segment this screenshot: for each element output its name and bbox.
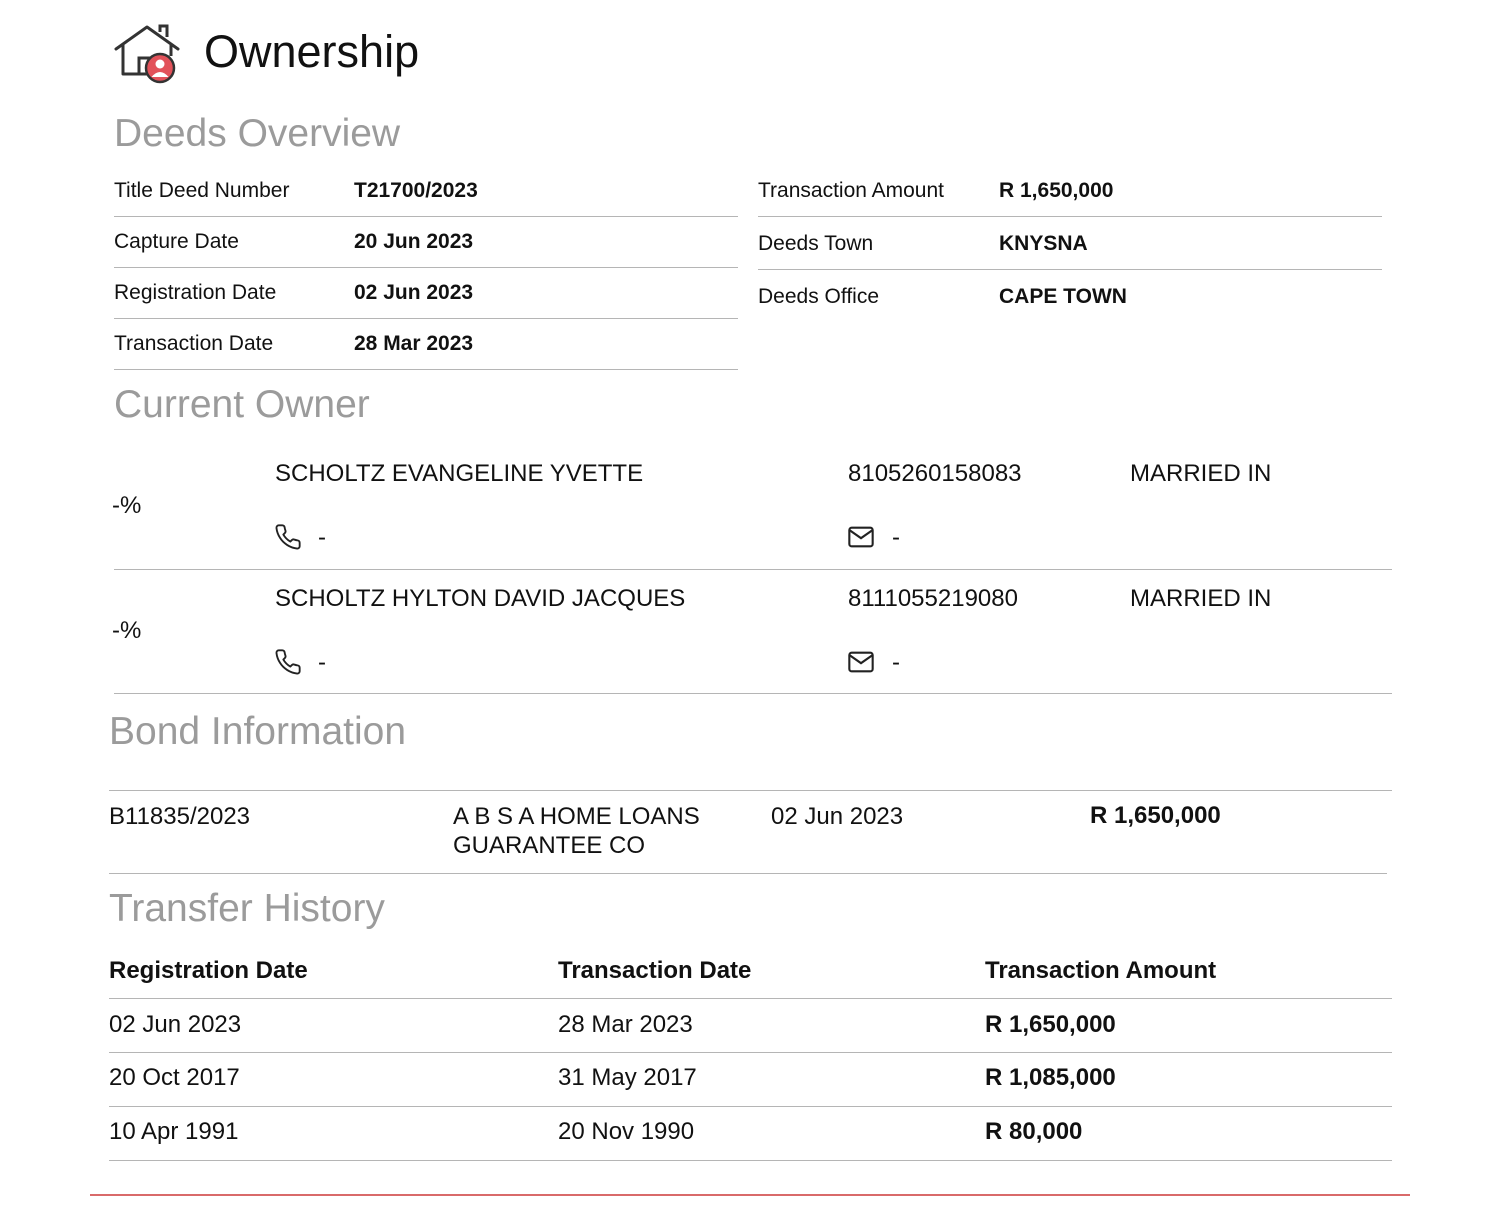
email-icon xyxy=(848,526,874,548)
column-header-registration-date: Registration Date xyxy=(109,957,308,984)
bond-information-title: Bond Information xyxy=(109,710,407,753)
bond-lender-line: GUARANTEE CO xyxy=(453,832,646,859)
owner-marital-status: MARRIED IN xyxy=(1130,460,1272,487)
deeds-town-value: KNYSNA xyxy=(999,232,1088,255)
divider xyxy=(109,1106,1392,1107)
transaction-date-value: 28 Mar 2023 xyxy=(354,332,474,355)
divider xyxy=(114,693,1392,694)
bond-lender-line: A B S A HOME LOANS xyxy=(453,803,700,830)
deeds-town-label: Deeds Town xyxy=(758,232,874,255)
transaction-amount-value: R 1,650,000 xyxy=(999,179,1114,202)
owner-email: - xyxy=(892,649,900,676)
column-header-transaction-amount: Transaction Amount xyxy=(985,957,1217,984)
column-header-transaction-date: Transaction Date xyxy=(558,957,752,984)
footer-divider xyxy=(90,1194,1410,1196)
page-title: Ownership xyxy=(204,26,420,77)
capture-date-label: Capture Date xyxy=(114,230,239,253)
owner-phone: - xyxy=(318,524,326,551)
deeds-overview-title: Deeds Overview xyxy=(114,112,401,155)
transfer-history-title: Transfer History xyxy=(109,887,385,930)
cell-transaction-date: 20 Nov 1990 xyxy=(558,1118,695,1145)
owner-share: -% xyxy=(112,617,142,644)
divider xyxy=(114,216,738,217)
owner-id-number: 8105260158083 xyxy=(848,460,1022,487)
owner-id-number: 8111055219080 xyxy=(848,585,1018,612)
deeds-office-value: CAPE TOWN xyxy=(999,285,1127,308)
email-icon xyxy=(848,651,874,673)
bond-lender: A B S A HOME LOANS GUARANTEE CO xyxy=(453,802,700,860)
transaction-amount-label: Transaction Amount xyxy=(758,179,944,202)
divider xyxy=(114,318,738,319)
capture-date-value: 20 Jun 2023 xyxy=(354,230,474,253)
cell-transaction-amount: R 1,650,000 xyxy=(985,1011,1116,1038)
bond-date: 02 Jun 2023 xyxy=(771,803,904,830)
cell-transaction-date: 28 Mar 2023 xyxy=(558,1011,693,1038)
owner-share: -% xyxy=(112,492,142,519)
divider xyxy=(114,569,1392,570)
divider xyxy=(109,1052,1392,1053)
owner-name: SCHOLTZ HYLTON DAVID JACQUES xyxy=(275,585,686,612)
registration-date-value: 02 Jun 2023 xyxy=(354,281,474,304)
divider xyxy=(109,790,1392,791)
phone-icon xyxy=(275,649,301,675)
deeds-office-label: Deeds Office xyxy=(758,285,880,308)
owner-phone: - xyxy=(318,649,326,676)
cell-transaction-amount: R 1,085,000 xyxy=(985,1064,1116,1091)
divider xyxy=(109,998,1392,999)
cell-registration-date: 20 Oct 2017 xyxy=(109,1064,240,1091)
owner-marital-status: MARRIED IN xyxy=(1130,585,1272,612)
transaction-date-label: Transaction Date xyxy=(114,332,274,355)
phone-icon xyxy=(275,524,301,550)
owner-email: - xyxy=(892,524,900,551)
divider xyxy=(114,369,738,370)
registration-date-label: Registration Date xyxy=(114,281,277,304)
bond-number: B11835/2023 xyxy=(109,803,251,830)
divider xyxy=(114,267,738,268)
divider xyxy=(758,216,1382,217)
bond-amount: R 1,650,000 xyxy=(1090,802,1221,829)
current-owner-title: Current Owner xyxy=(114,383,370,426)
title-deed-number-value: T21700/2023 xyxy=(354,179,478,202)
cell-registration-date: 10 Apr 1991 xyxy=(109,1118,239,1145)
cell-registration-date: 02 Jun 2023 xyxy=(109,1011,242,1038)
owner-name: SCHOLTZ EVANGELINE YVETTE xyxy=(275,460,644,487)
house-user-icon xyxy=(114,24,180,84)
cell-transaction-date: 31 May 2017 xyxy=(558,1064,697,1091)
divider xyxy=(109,1160,1392,1161)
divider xyxy=(758,269,1382,270)
divider xyxy=(109,873,1387,874)
cell-transaction-amount: R 80,000 xyxy=(985,1118,1083,1145)
title-deed-number-label: Title Deed Number xyxy=(114,179,290,202)
